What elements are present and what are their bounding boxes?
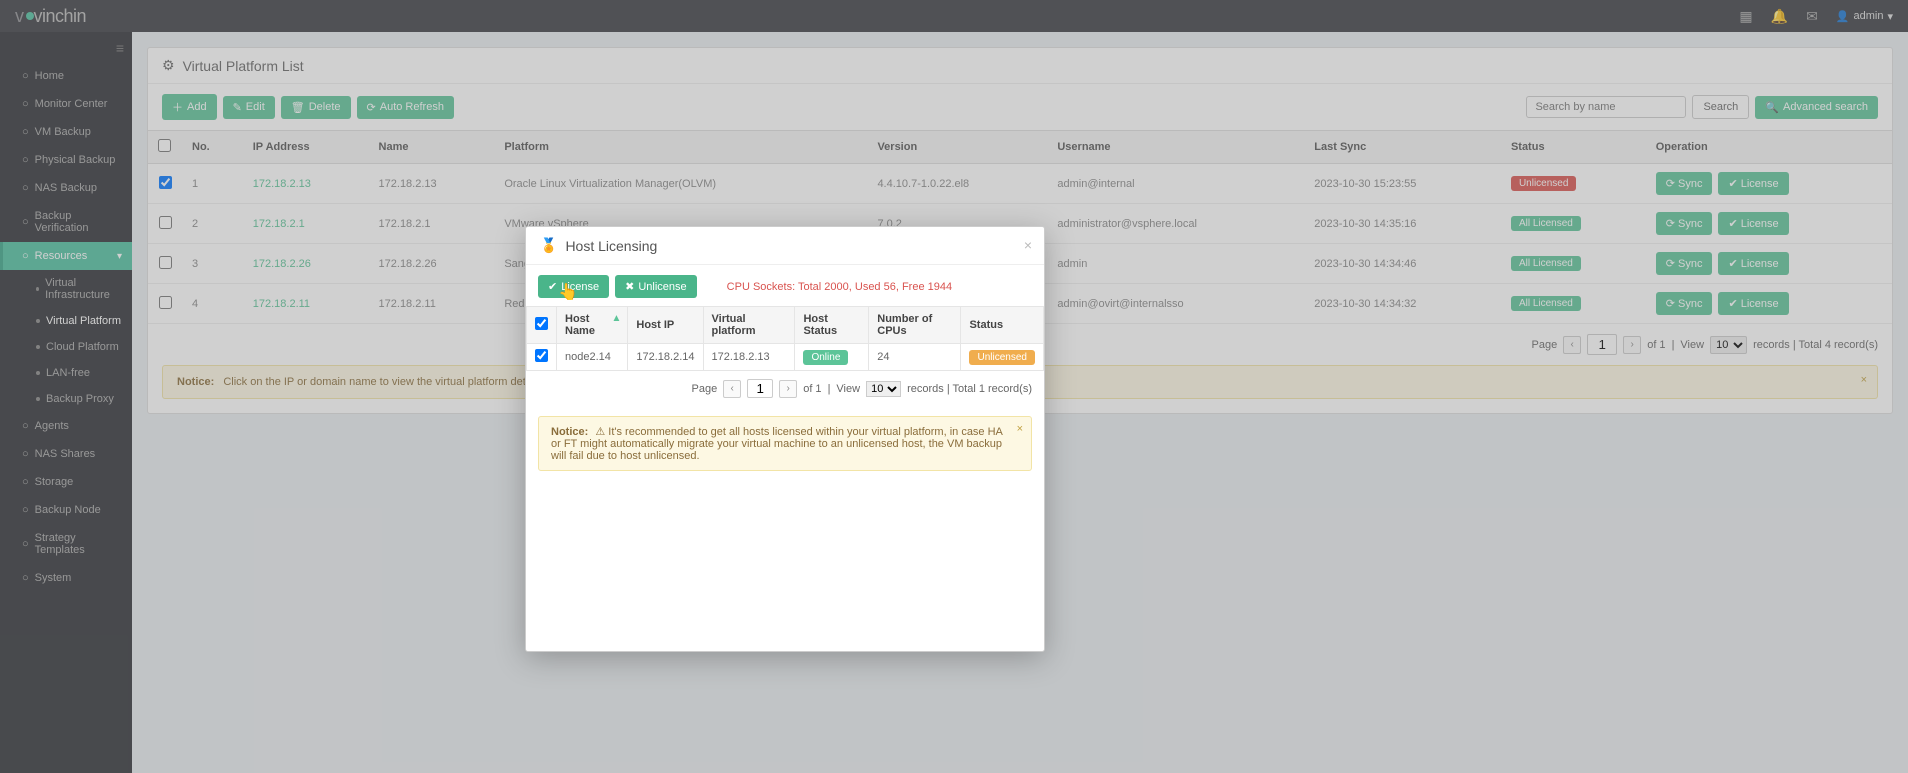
m-check-all[interactable] bbox=[535, 317, 548, 330]
mpager-page[interactable] bbox=[747, 379, 773, 398]
mnotice-text: It's recommended to get all hosts licens… bbox=[551, 426, 1002, 462]
host-vp: 172.18.2.13 bbox=[703, 344, 795, 371]
mcol-hs[interactable]: Host Status bbox=[795, 307, 869, 344]
modal-toolbar: ✔License ✖Unlicense CPU Sockets: Total 2… bbox=[526, 265, 1044, 306]
host-table: Host Name▲ Host IP Virtual platform Host… bbox=[526, 306, 1044, 371]
mpager-tail: records | Total 1 record(s) bbox=[907, 383, 1032, 395]
mnotice-close-icon[interactable]: × bbox=[1017, 423, 1023, 435]
mpager-per[interactable]: 10 bbox=[866, 381, 901, 397]
mpager-next[interactable]: › bbox=[779, 380, 797, 398]
mpager-lbl: Page bbox=[692, 383, 718, 395]
mpager-view: View bbox=[836, 383, 860, 395]
host-row-check[interactable] bbox=[535, 349, 548, 362]
host-lic-cell: Unlicensed bbox=[961, 344, 1044, 371]
license-icon: 🏅 bbox=[540, 237, 557, 254]
modal-close-icon[interactable]: × bbox=[1024, 237, 1032, 253]
sort-asc-icon: ▲ bbox=[611, 313, 621, 324]
license-button[interactable]: ✔License bbox=[538, 275, 609, 298]
mpager-of: of 1 bbox=[803, 383, 821, 395]
modal-title: Host Licensing bbox=[565, 238, 657, 254]
mpager-prev[interactable]: ‹ bbox=[723, 380, 741, 398]
warn-icon: ⚠ bbox=[595, 426, 605, 438]
host-status-badge: Online bbox=[803, 350, 848, 365]
host-licensing-modal: 🏅 Host Licensing × ✔License ✖Unlicense C… bbox=[525, 226, 1045, 652]
modal-notice: Notice: ⚠ It's recommended to get all ho… bbox=[538, 416, 1032, 471]
host-status-cell: Online bbox=[795, 344, 869, 371]
x-icon: ✖ bbox=[625, 280, 634, 293]
host-name: node2.14 bbox=[557, 344, 628, 371]
mcol-cpu[interactable]: Number of CPUs bbox=[869, 307, 961, 344]
host-license-badge: Unlicensed bbox=[969, 350, 1034, 365]
mcol-st[interactable]: Status bbox=[961, 307, 1044, 344]
host-row[interactable]: node2.14 172.18.2.14 172.18.2.13 Online … bbox=[527, 344, 1044, 371]
check-icon: ✔ bbox=[548, 280, 557, 293]
host-cpus: 24 bbox=[869, 344, 961, 371]
mcol-check[interactable] bbox=[527, 307, 557, 344]
unlicense-button[interactable]: ✖Unlicense bbox=[615, 275, 697, 298]
modal-header: 🏅 Host Licensing × bbox=[526, 227, 1044, 265]
mcol-vp[interactable]: Virtual platform bbox=[703, 307, 795, 344]
modal-pager: Page ‹ › of 1 | View 10 records | Total … bbox=[526, 371, 1044, 406]
host-ip: 172.18.2.14 bbox=[628, 344, 703, 371]
mcol-ip[interactable]: Host IP bbox=[628, 307, 703, 344]
cpu-sockets-info: CPU Sockets: Total 2000, Used 56, Free 1… bbox=[727, 281, 952, 293]
mnotice-lbl: Notice: bbox=[551, 426, 588, 438]
mcol-host[interactable]: Host Name▲ bbox=[557, 307, 628, 344]
